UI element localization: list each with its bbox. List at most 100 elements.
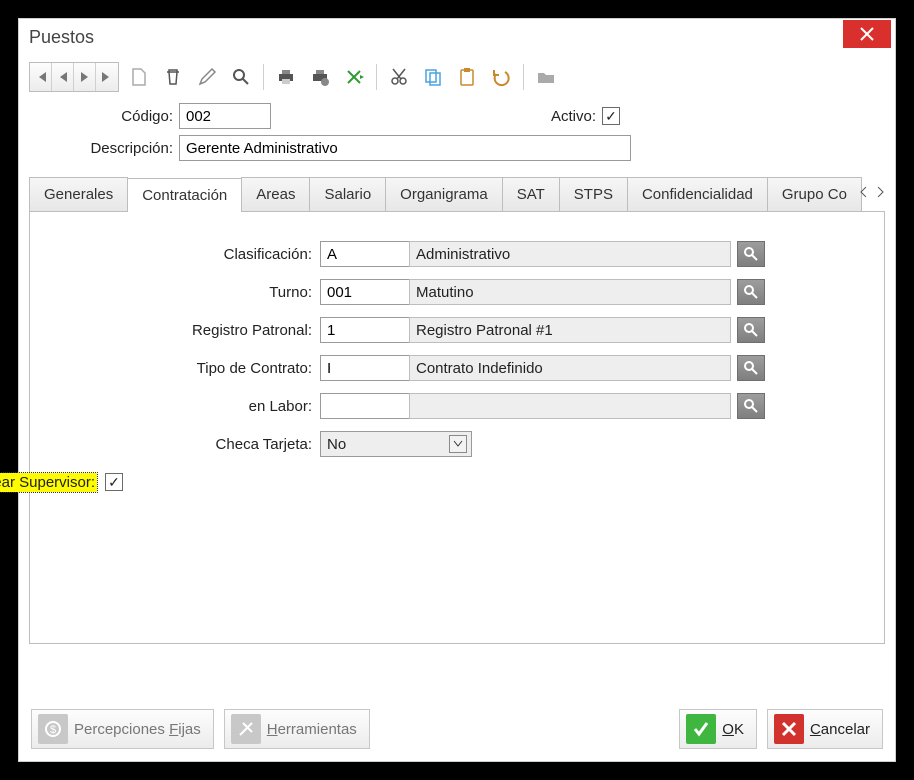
nav-last-button[interactable] — [96, 63, 118, 91]
registro-patronal-lookup-button[interactable] — [737, 317, 765, 343]
undo-icon — [491, 67, 511, 87]
turno-lookup-button[interactable] — [737, 279, 765, 305]
turno-text: Matutino — [409, 279, 731, 305]
svg-text:$: $ — [50, 724, 56, 736]
copy-button[interactable] — [419, 63, 447, 91]
tab-confidencialidad[interactable]: Confidencialidad — [627, 177, 768, 211]
trash-icon — [163, 67, 183, 87]
cut-button[interactable] — [385, 63, 413, 91]
new-doc-icon — [129, 67, 149, 87]
titlebar: Puestos — [19, 19, 895, 55]
folder-button[interactable] — [532, 63, 560, 91]
tab-organigrama[interactable]: Organigrama — [385, 177, 503, 211]
tipo-contrato-lookup-button[interactable] — [737, 355, 765, 381]
next-icon — [79, 70, 91, 84]
close-icon — [860, 27, 874, 41]
toolbar-separator — [263, 64, 264, 90]
tab-generales[interactable]: Generales — [29, 177, 128, 211]
magnifier-icon — [743, 322, 759, 338]
printer-icon — [276, 67, 296, 87]
pencil-icon — [197, 67, 217, 87]
clasificacion-label: Clasificación: — [50, 246, 320, 263]
first-icon — [34, 70, 48, 84]
turno-code-input[interactable] — [320, 279, 410, 305]
herramientas-label: Herramientas — [267, 721, 357, 738]
descripcion-label: Descripción: — [29, 140, 179, 157]
scissors-icon — [389, 67, 409, 87]
chevron-right-icon — [876, 187, 884, 197]
check-icon — [686, 714, 716, 744]
activo-checkbox[interactable] — [602, 107, 620, 125]
tabstrip-scroll-right[interactable] — [873, 183, 887, 201]
clasificacion-lookup-button[interactable] — [737, 241, 765, 267]
cancelar-button[interactable]: Cancelar — [767, 709, 883, 749]
tab-grupo[interactable]: Grupo Co — [767, 177, 862, 211]
codigo-label: Código: — [29, 108, 179, 125]
search-button[interactable] — [227, 63, 255, 91]
ok-label: OK — [722, 721, 744, 738]
tabstrip-scroll-left[interactable] — [857, 183, 871, 201]
header-fields: Código: Activo: Descripción: — [19, 99, 895, 177]
toolbar-separator — [376, 64, 377, 90]
toolbar — [19, 55, 895, 99]
codigo-input[interactable] — [179, 103, 271, 129]
record-nav-group — [29, 62, 119, 92]
window-title: Puestos — [29, 27, 94, 48]
tabstrip: Generales Contratación Areas Salario Org… — [29, 177, 885, 212]
toolbar-separator — [523, 64, 524, 90]
prev-icon — [57, 70, 69, 84]
paste-button[interactable] — [453, 63, 481, 91]
clasificacion-code-input[interactable] — [320, 241, 410, 267]
magnifier-icon — [743, 284, 759, 300]
undo-button[interactable] — [487, 63, 515, 91]
nav-first-button[interactable] — [30, 63, 52, 91]
descripcion-input[interactable] — [179, 135, 631, 161]
tab-sat[interactable]: SAT — [502, 177, 560, 211]
x-icon — [774, 714, 804, 744]
magnifier-icon — [231, 67, 251, 87]
puestos-window: Puestos Código: Activo: — [18, 18, 896, 762]
magnifier-icon — [743, 360, 759, 376]
tab-salario[interactable]: Salario — [309, 177, 386, 211]
edit-button[interactable] — [193, 63, 221, 91]
checa-tarjeta-select[interactable]: No — [320, 431, 472, 457]
magnifier-icon — [743, 398, 759, 414]
money-icon: $ — [38, 714, 68, 744]
nav-prev-button[interactable] — [52, 63, 74, 91]
en-labor-code-input[interactable] — [320, 393, 410, 419]
nav-next-button[interactable] — [74, 63, 96, 91]
percepciones-fijas-button[interactable]: $ Percepciones Fijas — [31, 709, 214, 749]
cancelar-label: Cancelar — [810, 721, 870, 738]
print-setup-button[interactable] — [306, 63, 334, 91]
open-folder-icon — [536, 67, 556, 87]
delete-button[interactable] — [159, 63, 187, 91]
registro-patronal-label: Registro Patronal: — [50, 322, 320, 339]
print-button[interactable] — [272, 63, 300, 91]
tab-contratacion[interactable]: Contratación — [127, 178, 242, 212]
tab-stps[interactable]: STPS — [559, 177, 628, 211]
registro-patronal-code-input[interactable] — [320, 317, 410, 343]
last-icon — [100, 70, 114, 84]
tipo-contrato-code-input[interactable] — [320, 355, 410, 381]
herramientas-button[interactable]: Herramientas — [224, 709, 370, 749]
copy-icon — [423, 67, 443, 87]
crear-supervisor-checkbox[interactable] — [105, 473, 123, 491]
export-button[interactable] — [340, 63, 368, 91]
tab-areas[interactable]: Areas — [241, 177, 310, 211]
excel-icon — [344, 67, 364, 87]
paste-icon — [457, 67, 477, 87]
dropdown-icon — [449, 435, 467, 453]
en-labor-lookup-button[interactable] — [737, 393, 765, 419]
en-labor-text — [409, 393, 731, 419]
magnifier-icon — [743, 246, 759, 262]
checa-tarjeta-label: Checa Tarjeta: — [50, 436, 320, 453]
registro-patronal-text: Registro Patronal #1 — [409, 317, 731, 343]
activo-label: Activo: — [551, 108, 596, 125]
new-button[interactable] — [125, 63, 153, 91]
tools-icon — [231, 714, 261, 744]
close-button[interactable] — [843, 20, 891, 48]
contratacion-panel: Clasificación: Administrativo Turno: Mat… — [29, 212, 885, 644]
footer: $ Percepciones Fijas Herramientas OK Can… — [31, 709, 883, 749]
ok-button[interactable]: OK — [679, 709, 757, 749]
printer-gear-icon — [310, 67, 330, 87]
